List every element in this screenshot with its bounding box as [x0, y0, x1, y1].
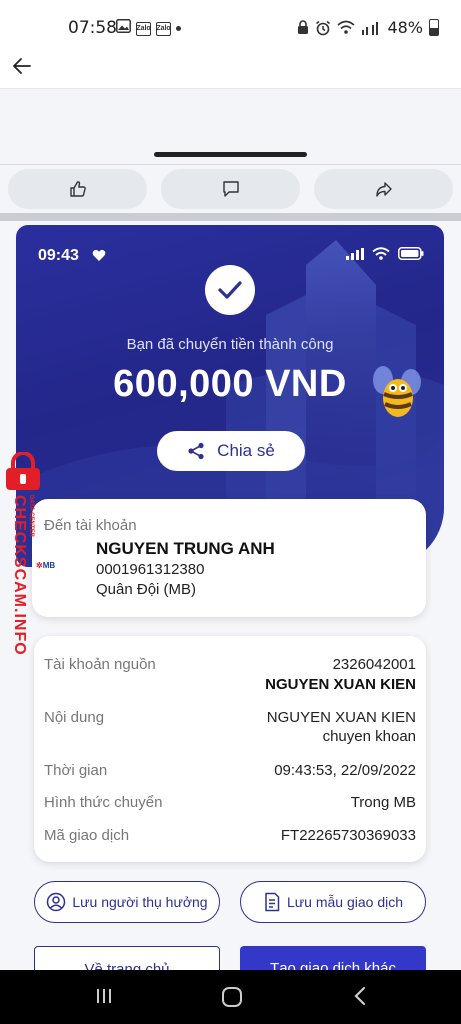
recipient-account: 0001961312380 — [96, 561, 205, 578]
comment-button[interactable] — [161, 169, 300, 209]
share-label: Chia sẻ — [217, 441, 275, 460]
document-icon — [265, 892, 280, 912]
comment-icon — [222, 181, 239, 197]
save-template-button[interactable]: Lưu mẫu giao dịch — [240, 881, 426, 923]
top-nav — [0, 52, 461, 88]
source-account-name: NGUYEN XUAN KIEN — [265, 676, 416, 693]
share-nodes-icon — [188, 442, 204, 460]
method-label: Hình thức chuyển — [44, 794, 163, 811]
battery-icon — [398, 247, 424, 260]
success-message: Bạn đã chuyển tiền thành công — [126, 336, 334, 353]
success-check-icon — [205, 265, 255, 315]
mb-bank-logo: ✲MB — [36, 561, 56, 570]
recipient-label: Đến tài khoản — [44, 517, 137, 534]
recent-apps-icon[interactable] — [94, 986, 114, 1006]
notification-icons: Zalo Zalo — [116, 19, 181, 38]
zalo-icon: Zalo — [156, 21, 171, 36]
image-icon — [116, 19, 131, 38]
save-beneficiary-label: Lưu người thụ hưởng — [72, 894, 208, 910]
signal-icon — [362, 21, 379, 35]
user-circle-icon — [47, 892, 66, 912]
transaction-code-value: FT22265730369033 — [280, 827, 416, 844]
heart-icon — [92, 249, 106, 261]
like-icon — [69, 181, 86, 197]
back-arrow-icon[interactable] — [10, 54, 34, 78]
back-nav-icon[interactable] — [352, 986, 370, 1006]
share-post-button[interactable] — [314, 169, 453, 209]
save-beneficiary-button[interactable]: Lưu người thụ hưởng — [34, 881, 220, 923]
home-icon[interactable] — [221, 986, 243, 1008]
battery-icon — [429, 19, 439, 36]
transaction-code-label: Mã giao dịch — [44, 827, 130, 844]
lock-icon — [298, 20, 309, 34]
content-line-1: NGUYEN XUAN KIEN — [266, 709, 416, 726]
recipient-card: Đến tài khoản ✲MB NGUYEN TRUNG ANH 00019… — [32, 499, 426, 617]
recipient-name: NGUYEN TRUNG ANH — [96, 539, 275, 558]
like-button[interactable] — [8, 169, 147, 209]
new-transaction-label: Tạo giao dịch khác — [270, 960, 396, 970]
home-button-label: Về trang chủ — [84, 961, 170, 970]
transaction-details-card: Tài khoản nguồn 2326042001 NGUYEN XUAN K… — [34, 636, 426, 862]
inner-status-icons — [346, 247, 424, 260]
method-value: Trong MB — [350, 794, 416, 811]
source-account-label: Tài khoản nguồn — [44, 656, 156, 673]
zalo-icon: Zalo — [136, 21, 151, 36]
wifi-icon — [372, 247, 390, 260]
save-template-label: Lưu mẫu giao dịch — [287, 894, 403, 910]
inner-status-time: 09:43 — [38, 247, 79, 264]
divider — [0, 164, 461, 165]
watermark-subtext: DATA CENTER — [28, 495, 34, 537]
home-button[interactable]: Về trang chủ — [34, 946, 220, 970]
share-receipt-button[interactable]: Chia sẻ — [157, 431, 305, 471]
watermark-text: CHECKSCAM.INFO — [11, 495, 28, 656]
status-right: 48% — [297, 18, 439, 37]
bee-mascot-icon — [373, 366, 421, 417]
transfer-receipt-image: 09:43 Bạn đã chuyển tiền thành công 600,… — [0, 221, 461, 970]
time-value: 09:43:53, 22/09/2022 — [274, 762, 416, 779]
more-notifications-dot — [176, 26, 181, 31]
content-label: Nội dung — [44, 709, 105, 726]
source-account-number: 2326042001 — [332, 656, 416, 673]
recipient-bank: Quân Đội (MB) — [96, 581, 197, 598]
status-bar: 07:58 Zalo Zalo 48% — [0, 0, 461, 56]
content-line-2: chuyen khoan — [322, 728, 416, 745]
watermark-lock-icon — [6, 452, 40, 490]
signal-icon — [346, 247, 364, 260]
system-nav-bar — [0, 970, 461, 1024]
alarm-icon — [316, 20, 331, 35]
share-icon — [375, 182, 392, 197]
battery-percent: 48% — [387, 18, 423, 37]
separator-band — [0, 213, 461, 221]
wifi-icon — [337, 20, 355, 34]
new-transaction-button[interactable]: Tạo giao dịch khác — [240, 946, 426, 970]
drag-handle[interactable] — [154, 152, 307, 157]
time-label: Thời gian — [44, 762, 108, 779]
status-time: 07:58 — [68, 18, 117, 38]
